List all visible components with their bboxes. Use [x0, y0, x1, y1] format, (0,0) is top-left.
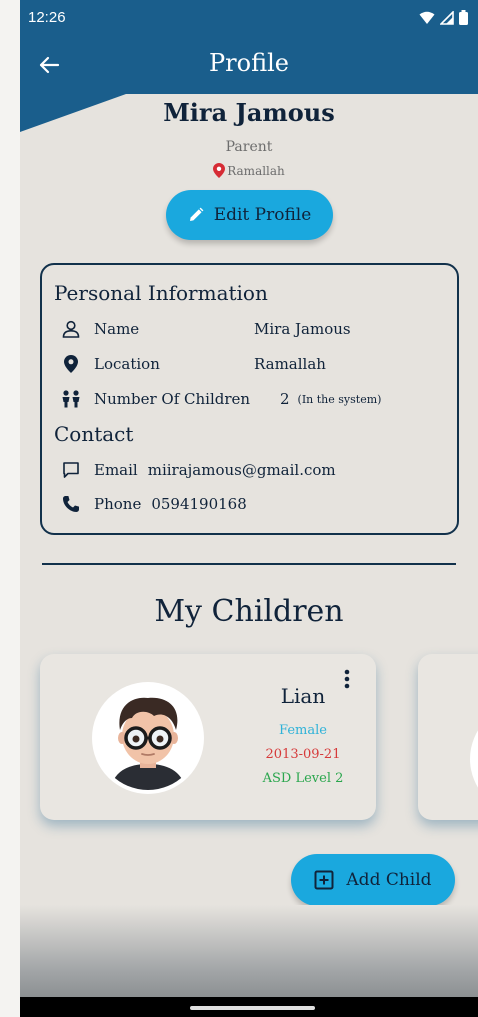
add-child-label: Add Child: [346, 870, 432, 890]
add-child-button[interactable]: Add Child: [291, 854, 455, 906]
status-bar: 12:26: [20, 0, 478, 36]
phone-value[interactable]: 0594190168: [151, 495, 246, 513]
battery-icon: [459, 10, 468, 25]
profile-location: Ramallah: [20, 163, 478, 178]
page-title: Profile: [209, 49, 289, 77]
child-dob: 2013-09-21: [265, 747, 341, 762]
add-box-icon: [314, 870, 334, 890]
phone-icon: [58, 494, 84, 514]
contact-row-email: Email miirajamous@gmail.com: [54, 458, 447, 482]
child-avatar: [92, 682, 204, 794]
child-card-next[interactable]: [418, 654, 478, 820]
app-bar: Profile: [20, 36, 478, 94]
edit-profile-button[interactable]: Edit Profile: [166, 190, 333, 240]
contact-row-phone: Phone 0594190168: [54, 492, 447, 516]
email-label: Email: [94, 461, 138, 479]
chat-bubble-icon: [58, 460, 84, 480]
bottom-fade: [20, 905, 478, 997]
phone-screen: 12:26 Profile Mira Jamous Parent Ramalla…: [20, 0, 478, 1017]
location-icon: [58, 354, 84, 374]
name-label: Name: [94, 320, 140, 338]
status-time: 12:26: [28, 9, 66, 26]
edit-profile-label: Edit Profile: [213, 205, 312, 225]
pencil-icon: [189, 207, 204, 221]
contact-heading: Contact: [54, 422, 134, 446]
section-divider: [42, 563, 456, 565]
my-children-heading: My Children: [154, 594, 344, 629]
location-label: Location: [94, 355, 160, 373]
location-pin-icon: [213, 163, 226, 178]
signal-icon: [440, 10, 454, 25]
child-asd-level: ASD Level 2: [262, 771, 344, 786]
child-avatar-next: [470, 704, 478, 814]
children-label: Number Of Children: [94, 390, 251, 408]
status-icons: [419, 10, 468, 25]
person-icon: [58, 319, 84, 339]
info-row-location: Location Ramallah: [54, 352, 447, 376]
wifi-icon: [419, 11, 435, 24]
child-card[interactable]: Lian Female 2013-09-21 ASD Level 2: [40, 654, 376, 820]
name-value: Mira Jamous: [254, 320, 351, 338]
profile-role: Parent: [225, 139, 273, 155]
children-value: 2: [280, 390, 290, 408]
profile-name: Mira Jamous: [163, 98, 335, 127]
child-gender: Female: [279, 723, 327, 738]
email-value[interactable]: miirajamous@gmail.com: [148, 461, 336, 479]
personal-info-card: Personal Information Name Mira Jamous Lo…: [40, 263, 459, 535]
info-row-children: Number Of Children 2 (In the system): [54, 387, 447, 411]
more-options-icon[interactable]: [340, 668, 354, 692]
home-handle[interactable]: [190, 1006, 315, 1010]
personal-info-heading: Personal Information: [54, 281, 268, 305]
profile-location-text: Ramallah: [227, 163, 285, 178]
family-icon: [58, 389, 84, 409]
phone-label: Phone: [94, 495, 142, 513]
children-note: (In the system): [297, 392, 382, 406]
info-row-name: Name Mira Jamous: [54, 317, 447, 341]
location-value: Ramallah: [254, 355, 326, 373]
